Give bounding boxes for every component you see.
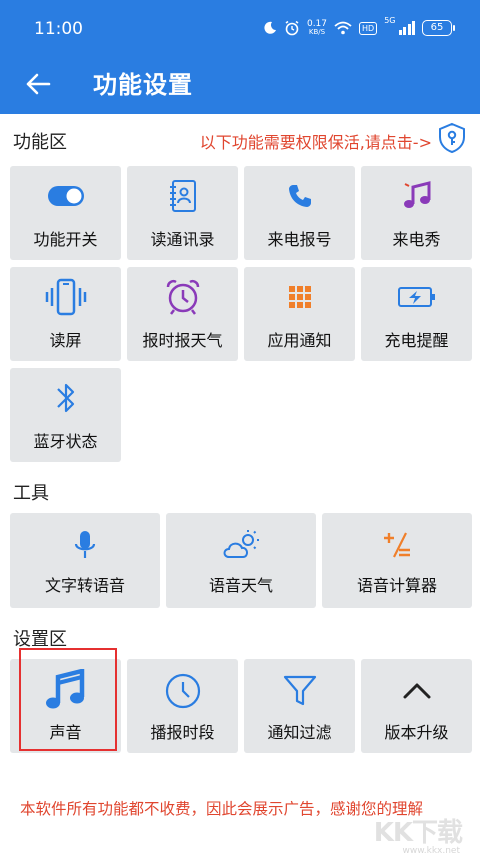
features-section-title: 功能区 bbox=[13, 132, 67, 153]
moon-icon bbox=[264, 21, 276, 34]
watermark-url: www.kkx.net bbox=[402, 846, 461, 856]
alarm-clock-icon bbox=[166, 279, 199, 315]
features-grid: 功能开关 读通讯录 来电报号 来电秀 读屏 报时报天气 应用通知 充电提醒 蓝牙… bbox=[10, 166, 472, 462]
tile-label: 蓝牙状态 bbox=[33, 432, 98, 451]
battery-charging-icon bbox=[397, 287, 435, 307]
network-type: 5G bbox=[384, 16, 396, 25]
tile-label: 应用通知 bbox=[267, 331, 332, 350]
tile-version-upgrade[interactable]: 版本升级 bbox=[361, 659, 472, 753]
tile-label: 通知过滤 bbox=[267, 723, 332, 742]
tile-label: 报时报天气 bbox=[142, 331, 223, 350]
tile-time-weather[interactable]: 报时报天气 bbox=[127, 267, 238, 361]
alarm-icon bbox=[285, 20, 299, 36]
tile-label: 读屏 bbox=[49, 331, 82, 350]
tile-charge-remind[interactable]: 充电提醒 bbox=[361, 267, 472, 361]
signal-icon bbox=[398, 21, 415, 35]
app-bar: 功能设置 bbox=[0, 56, 480, 114]
back-button[interactable] bbox=[18, 64, 58, 104]
tile-text-to-speech[interactable]: 文字转语音 bbox=[10, 513, 160, 608]
microphone-icon bbox=[74, 531, 96, 558]
tile-label: 来电秀 bbox=[392, 230, 441, 249]
tile-app-notify[interactable]: 应用通知 bbox=[244, 267, 355, 361]
phone-vibrate-icon bbox=[45, 278, 86, 316]
toggle-icon bbox=[47, 186, 84, 206]
cloud-sun-icon bbox=[223, 530, 259, 558]
music-note-icon bbox=[403, 181, 430, 208]
tile-label: 声音 bbox=[49, 723, 82, 742]
tile-label: 充电提醒 bbox=[384, 331, 449, 350]
tools-grid: 文字转语音 语音天气 语音计算器 bbox=[10, 513, 472, 608]
tile-caller-announce[interactable]: 来电报号 bbox=[244, 166, 355, 260]
tile-sound[interactable]: 声音 bbox=[10, 659, 121, 753]
settings-section-title: 设置区 bbox=[13, 629, 67, 650]
tile-label: 播报时段 bbox=[150, 723, 215, 742]
app-grid-icon bbox=[288, 286, 311, 308]
calculator-icon bbox=[384, 532, 410, 558]
phone-icon bbox=[288, 185, 311, 207]
tile-read-contacts[interactable]: 读通讯录 bbox=[127, 166, 238, 260]
clock-icon bbox=[165, 673, 200, 709]
tile-broadcast-period[interactable]: 播报时段 bbox=[127, 659, 238, 753]
tile-label: 功能开关 bbox=[33, 230, 98, 249]
status-bar: 11:00 0.17 KB/S HD 5G 65 bbox=[0, 0, 480, 56]
tile-label: 版本升级 bbox=[384, 723, 449, 742]
status-icons: 0.17 KB/S HD 5G 65 bbox=[263, 16, 455, 40]
tile-label: 读通讯录 bbox=[150, 230, 215, 249]
shield-key-button[interactable] bbox=[436, 122, 468, 154]
filter-icon bbox=[283, 675, 316, 706]
watermark: KK下载 www.kkx.net bbox=[370, 812, 463, 856]
hd-badge: HD bbox=[359, 21, 378, 35]
tile-voice-weather[interactable]: 语音天气 bbox=[166, 513, 316, 608]
tile-notify-filter[interactable]: 通知过滤 bbox=[244, 659, 355, 753]
page-title: 功能设置 bbox=[93, 71, 193, 99]
tile-label: 来电报号 bbox=[267, 230, 332, 249]
bluetooth-icon bbox=[56, 383, 74, 413]
settings-grid: 声音 播报时段 通知过滤 版本升级 bbox=[10, 659, 472, 753]
net-speed-value: 0.17 bbox=[306, 19, 328, 29]
permission-link[interactable]: 以下功能需要权限保活,请点击-> bbox=[200, 129, 432, 153]
net-speed-unit: KB/S bbox=[308, 28, 326, 36]
battery-indicator: 65 bbox=[422, 20, 455, 36]
watermark-logo: KK下载 bbox=[373, 818, 463, 848]
music-note-icon bbox=[45, 669, 84, 709]
tile-voice-calculator[interactable]: 语音计算器 bbox=[322, 513, 472, 608]
wifi-icon bbox=[334, 21, 352, 35]
tile-read-screen[interactable]: 读屏 bbox=[10, 267, 121, 361]
tile-feature-switch[interactable]: 功能开关 bbox=[10, 166, 121, 260]
tools-section-title: 工具 bbox=[13, 483, 49, 504]
contacts-book-icon bbox=[169, 180, 196, 212]
tile-label: 文字转语音 bbox=[44, 576, 125, 595]
tile-label: 语音天气 bbox=[208, 576, 273, 595]
tile-label: 语音计算器 bbox=[356, 576, 437, 595]
shield-key-icon bbox=[439, 122, 465, 154]
tile-bluetooth-status[interactable]: 蓝牙状态 bbox=[10, 368, 121, 462]
chevron-up-icon bbox=[403, 683, 430, 699]
tile-caller-show[interactable]: 来电秀 bbox=[361, 166, 472, 260]
arrow-left-icon bbox=[26, 73, 51, 95]
status-time: 11:00 bbox=[34, 19, 83, 39]
net-speed: 0.17 KB/S bbox=[306, 19, 328, 37]
